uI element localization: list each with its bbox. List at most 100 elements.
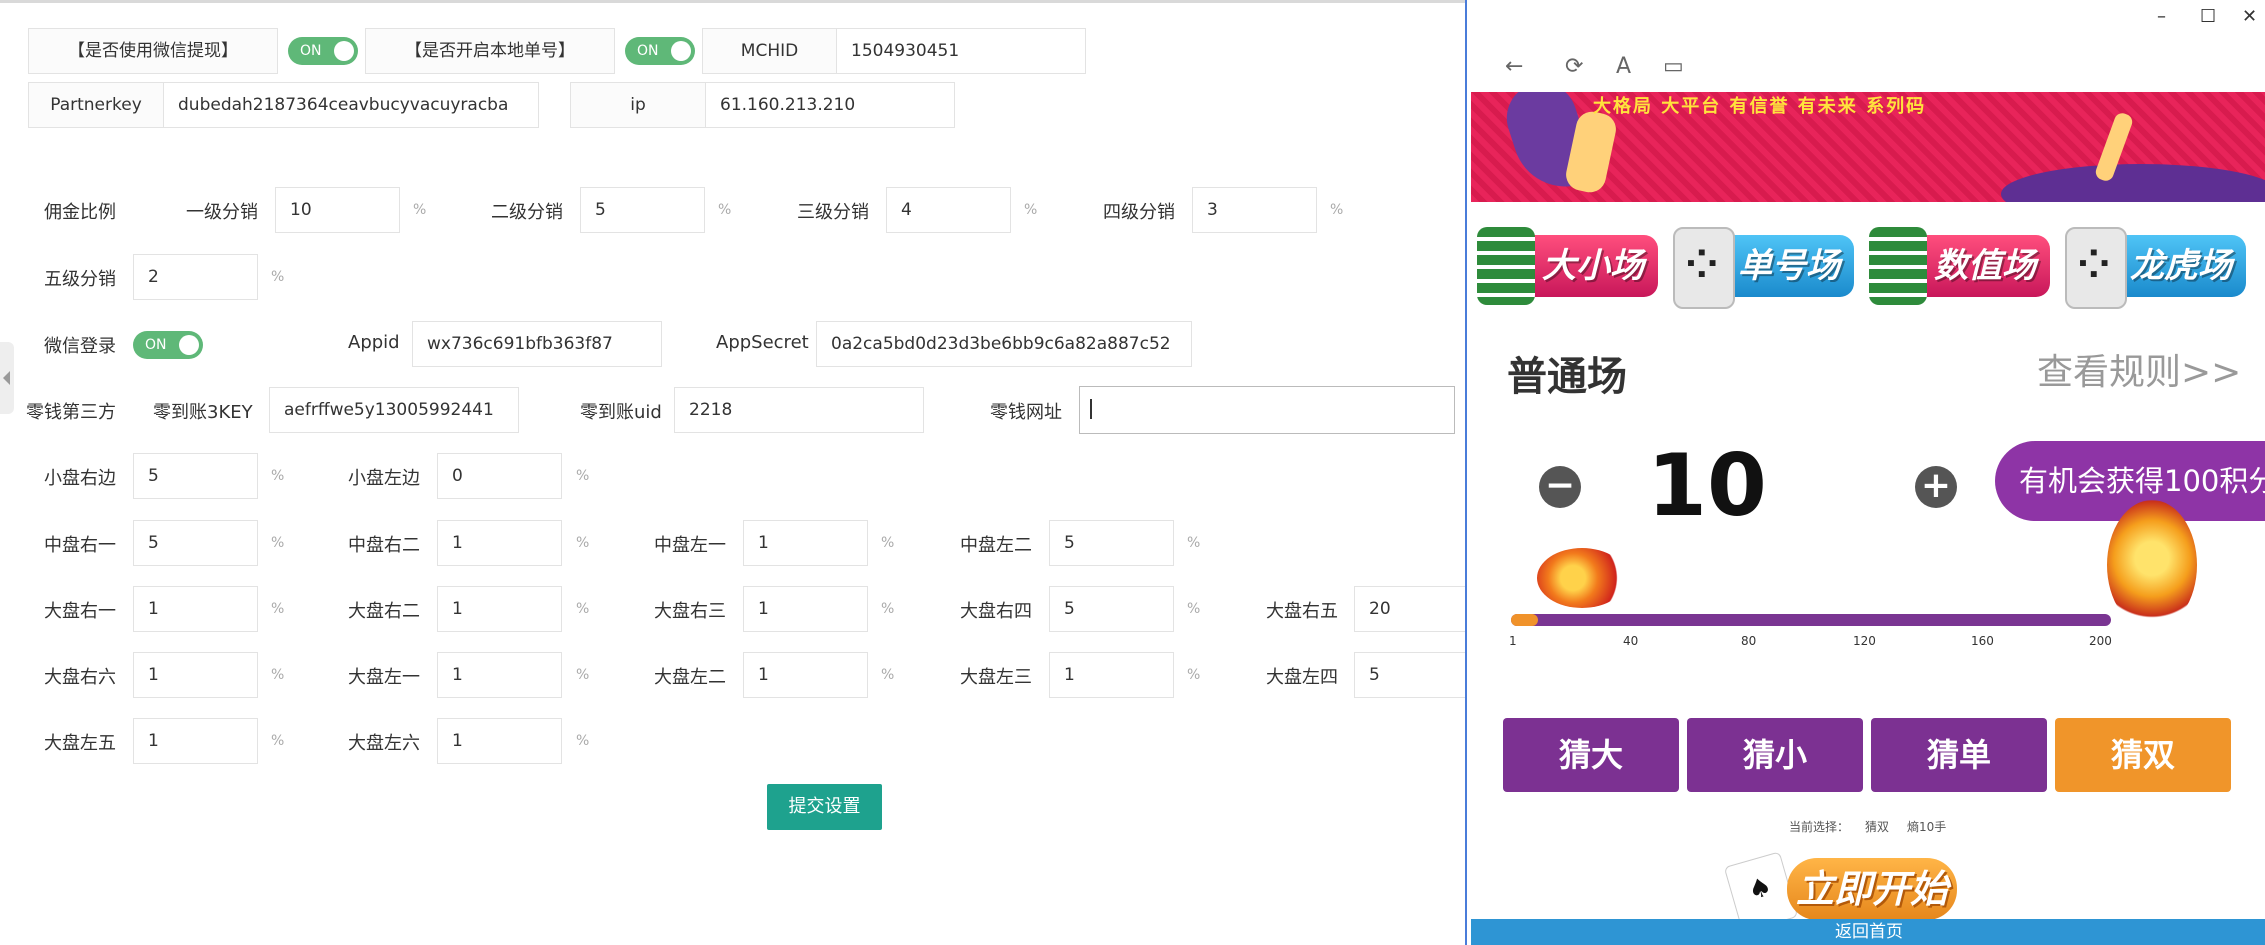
big-l2-input[interactable]: 1 [743,652,868,698]
return-home-button[interactable]: 返回首页 [1471,919,2265,945]
submit-settings-button[interactable]: 提交设置 [767,784,882,830]
level3-input[interactable]: 4 [886,187,1011,233]
percent-unit: % [576,535,590,551]
refresh-icon[interactable]: ⟳ [1565,54,1583,79]
tab-dragon-tiger[interactable]: 龙虎场 [2065,227,2246,309]
level2-input[interactable]: 5 [580,187,705,233]
big-r3-input[interactable]: 1 [743,586,868,632]
tab-big-small[interactable]: 大小场 [1477,227,1658,305]
tab-value[interactable]: 数值场 [1869,227,2050,305]
plus-icon[interactable]: + [1915,466,1957,508]
tab-label: 单号场 [1738,246,1840,286]
view-rules-link[interactable]: 查看规则>> [2037,343,2241,395]
current-choice-value: 猜双 [1865,820,1890,834]
guess-big-button[interactable]: 猜大 [1503,718,1679,792]
big-l3-label: 大盘左三 [960,667,1032,688]
local-order-toggle[interactable]: ON [625,37,695,65]
close-icon[interactable]: ✕ [2242,6,2257,27]
percent-unit: % [271,269,285,285]
dice-icon [2065,227,2127,309]
big-l6-input[interactable]: 1 [437,718,562,764]
tab-single-number[interactable]: 单号场 [1673,227,1854,309]
guess-even-button[interactable]: 猜双 [2055,718,2231,792]
mchid-input[interactable]: 1504930451 [836,28,1086,74]
big-l2-label: 大盘左二 [654,667,726,688]
level1-input[interactable]: 10 [275,187,400,233]
small-left-input[interactable]: 0 [437,453,562,499]
percent-unit: % [1187,667,1201,683]
percent-unit: % [413,202,427,218]
slider-tick: 120 [1853,634,1876,648]
level3-label: 三级分销 [797,202,869,223]
change-uid-input[interactable]: 2218 [674,387,924,433]
amount-slider-fill[interactable] [1511,614,1539,626]
change-url-input[interactable] [1079,386,1455,434]
percent-unit: % [881,667,895,683]
level4-input[interactable]: 3 [1192,187,1317,233]
amount-slider-track[interactable] [1511,614,2111,626]
text-caret [1090,399,1092,419]
big-l4-label: 大盘左四 [1266,667,1338,688]
big-r4-input[interactable]: 5 [1049,586,1174,632]
guess-odd-button[interactable]: 猜单 [1871,718,2047,792]
percent-unit: % [1330,202,1344,218]
banner-slogan: 大格局 大平台 有信誉 有未来 系列码 [1593,96,1927,117]
appsecret-label: AppSecret [716,332,809,353]
minus-icon[interactable]: − [1539,466,1581,508]
wechat-withdraw-toggle[interactable]: ON [288,37,358,65]
back-arrow-icon[interactable]: ← [1505,54,1523,79]
top-divider [0,0,1465,3]
wechat-login-toggle[interactable]: ON [133,331,203,359]
current-hands-value: 熵10手 [1907,820,1947,834]
maximize-icon[interactable]: ☐ [2200,6,2216,27]
level5-input[interactable]: 2 [133,254,258,300]
change-key-label: 零到账3KEY [153,402,253,423]
font-icon[interactable]: A [1616,54,1631,79]
big-l1-label: 大盘左一 [348,667,420,688]
collapse-sidebar-tab[interactable] [0,342,14,414]
small-right-input[interactable]: 5 [133,453,258,499]
big-r4-label: 大盘右四 [960,601,1032,622]
big-r5-input[interactable]: 20 [1354,586,1465,632]
mchid-label: MCHID [702,28,837,74]
slider-tick: 1 [1509,634,1517,648]
phoenix-right-icon [2107,500,2197,630]
mid-l2-label: 中盘左二 [960,535,1032,556]
appid-input[interactable]: wx736c691bfb363f87 [412,321,662,367]
big-r3-label: 大盘右三 [654,601,726,622]
mid-l1-input[interactable]: 1 [743,520,868,566]
big-l4-input[interactable]: 5 [1354,652,1465,698]
toggle-knob [334,41,354,61]
partnerkey-input[interactable]: dubedah2187364ceavbucyvacuyracba [163,82,539,128]
tab-label: 大小场 [1542,246,1644,286]
big-r6-input[interactable]: 1 [133,652,258,698]
big-l5-input[interactable]: 1 [133,718,258,764]
start-now-button[interactable]: 立即开始 [1787,858,1957,920]
big-l3-input[interactable]: 1 [1049,652,1174,698]
big-r1-input[interactable]: 1 [133,586,258,632]
percent-unit: % [881,535,895,551]
change-third-label: 零钱第三方 [26,402,116,423]
toggle-state: ON [145,337,167,353]
ip-input[interactable]: 61.160.213.210 [705,82,955,128]
layout-icon[interactable]: ▭ [1663,54,1684,79]
big-r6-label: 大盘右六 [44,667,116,688]
change-url-label: 零钱网址 [990,402,1062,423]
minimize-icon[interactable]: – [2157,6,2166,27]
mid-r1-input[interactable]: 5 [133,520,258,566]
level4-label: 四级分销 [1103,202,1175,223]
guess-small-button[interactable]: 猜小 [1687,718,1863,792]
small-right-label: 小盘右边 [44,468,116,489]
percent-unit: % [271,733,285,749]
mid-r2-input[interactable]: 1 [437,520,562,566]
percent-unit: % [1187,601,1201,617]
change-key-input[interactable]: aefrffwe5y13005992441 [269,387,519,433]
mid-l2-input[interactable]: 5 [1049,520,1174,566]
big-r5-label: 大盘右五 [1266,601,1338,622]
appsecret-input[interactable]: 0a2ca5bd0d23d3be6bb9c6a82a887c52 [816,321,1192,367]
big-r2-input[interactable]: 1 [437,586,562,632]
mid-l1-label: 中盘左一 [654,535,726,556]
big-l1-input[interactable]: 1 [437,652,562,698]
percent-unit: % [576,733,590,749]
percent-unit: % [271,601,285,617]
